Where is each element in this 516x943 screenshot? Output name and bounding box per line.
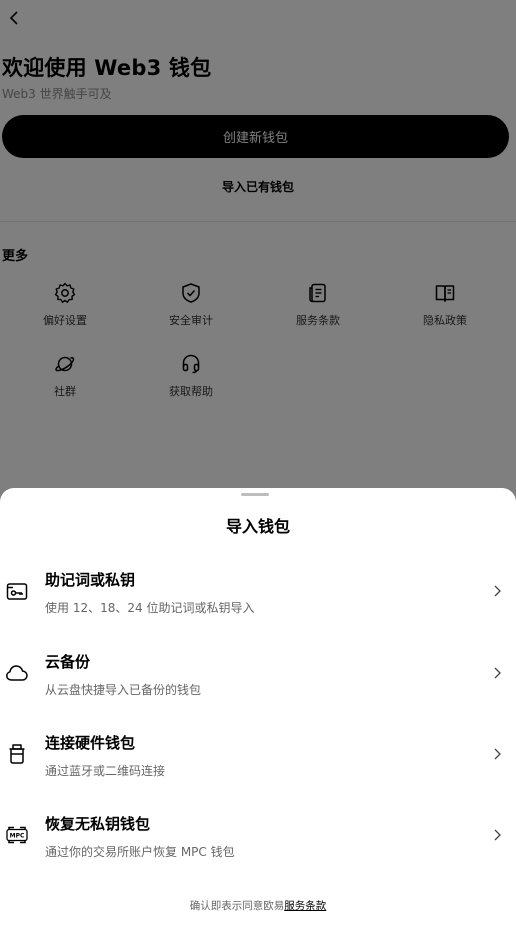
sheet-title: 导入钱包 (225, 517, 290, 536)
terms-link[interactable]: 服务条款 (284, 900, 326, 912)
option-description: 通过你的交易所账户恢复 MPC 钱包 (45, 845, 235, 859)
option-description: 使用 12、18、24 位助记词或私钥导入 (45, 601, 255, 615)
cloud-icon (6, 665, 28, 681)
option-cloud-backup[interactable]: 云备份 从云盘快捷导入已备份的钱包 (0, 645, 516, 709)
option-title: 助记词或私钥 (45, 571, 136, 589)
footer-text: 确认即表示同意欧易 (189, 900, 285, 912)
mpc-icon: MPC (6, 826, 28, 844)
chevron-right-icon (494, 667, 501, 679)
option-title: 连接硬件钱包 (45, 734, 136, 752)
option-mpc-recover[interactable]: MPC 恢复无私钥钱包 通过你的交易所账户恢复 MPC 钱包 (0, 807, 516, 871)
mpc-icon-text: MPC (10, 832, 25, 839)
import-wallet-sheet: 导入钱包 助记词或私钥 使用 12、18、24 位助记词或私钥导入 云备份 从云… (0, 488, 516, 943)
key-card-icon (6, 583, 28, 600)
chevron-right-icon (494, 585, 501, 597)
option-description: 通过蓝牙或二维码连接 (45, 764, 166, 778)
option-seed-phrase[interactable]: 助记词或私钥 使用 12、18、24 位助记词或私钥导入 (0, 563, 516, 627)
option-title: 云备份 (45, 653, 91, 671)
chevron-right-icon (494, 748, 501, 760)
option-hardware-wallet[interactable]: 连接硬件钱包 通过蓝牙或二维码连接 (0, 726, 516, 790)
option-title: 恢复无私钥钱包 (45, 815, 151, 833)
chevron-right-icon (494, 829, 501, 841)
option-description: 从云盘快捷导入已备份的钱包 (45, 683, 202, 697)
sheet-drag-handle[interactable] (241, 493, 269, 496)
terms-footer: 确认即表示同意欧易服务条款 (0, 898, 516, 913)
hardware-wallet-icon (9, 744, 25, 764)
